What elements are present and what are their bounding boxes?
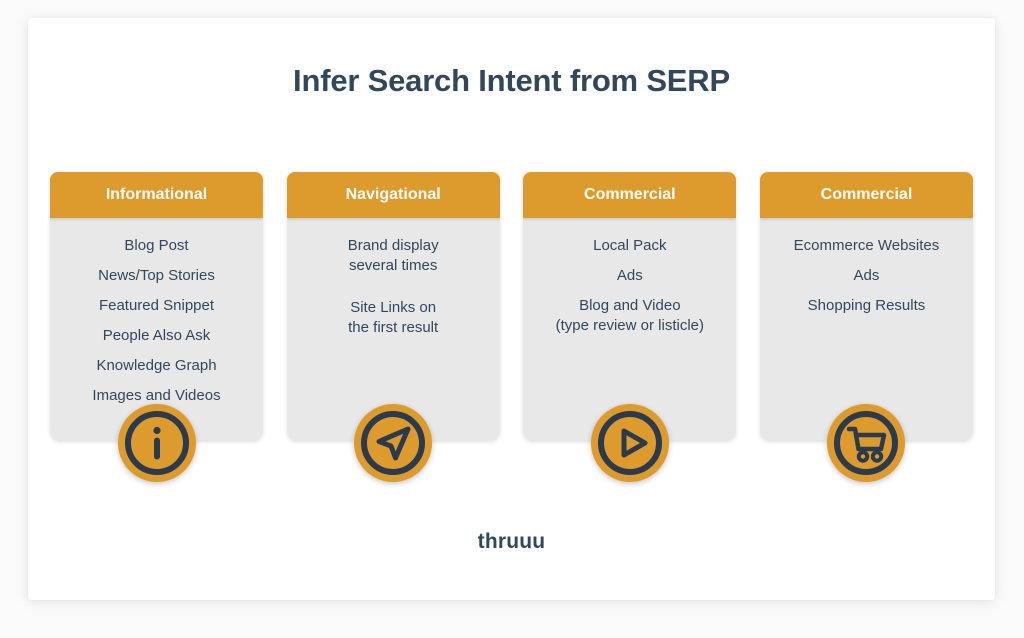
intent-card-row: Informational Blog Post News/Top Stories…: [50, 172, 973, 482]
list-item: Local Pack: [531, 236, 728, 256]
list-item-subtext: (type review or listicle): [555, 317, 704, 334]
list-item: People Also Ask: [58, 326, 255, 346]
list-item: Images and Videos: [58, 386, 255, 406]
list-item-text: Blog and Video: [579, 297, 681, 314]
card-title-label: Informational: [105, 186, 208, 203]
list-item: Blog Post: [58, 236, 255, 256]
shopping-cart-icon: [827, 404, 906, 482]
list-item-subtext: several times: [348, 257, 438, 274]
list-item-text: Ecommerce Websites: [793, 237, 940, 254]
card-header-commercial-shopping: Commercial: [759, 172, 973, 218]
card-header-informational: Informational: [50, 172, 263, 218]
info-icon: [117, 404, 196, 482]
intent-card-informational: Informational Blog Post News/Top Stories…: [50, 172, 263, 482]
navigation-arrow-icon: [354, 404, 433, 482]
list-item-text: Ads: [853, 267, 880, 284]
list-item: Blog and Video (type review or listicle): [531, 296, 728, 336]
list-item: News/Top Stories: [58, 266, 255, 286]
list-item: Featured Snippet: [58, 296, 255, 316]
card-title-label: Commercial: [584, 186, 676, 203]
list-item-text: Featured Snippet: [98, 297, 215, 314]
list-item-text: Local Pack: [593, 237, 667, 254]
page-title: Infer Search Intent from SERP: [293, 63, 730, 98]
list-item-text: People Also Ask: [102, 327, 211, 344]
list-item: Site Links on the first result: [295, 298, 492, 338]
card-header-navigational: Navigational: [286, 172, 500, 218]
list-item: Ads: [531, 266, 728, 286]
list-item: Brand display several times: [295, 236, 492, 276]
list-item-subtext: the first result: [348, 319, 439, 336]
intent-card-commercial-local: Commercial Local Pack Ads Blog and Video…: [523, 172, 737, 482]
list-item-text: Brand display: [347, 237, 439, 254]
play-icon: [590, 404, 669, 482]
card-header-commercial-local: Commercial: [523, 172, 737, 218]
list-item: Knowledge Graph: [58, 356, 255, 376]
infographic-canvas: Infer Search Intent from SERP Informatio…: [28, 18, 995, 600]
list-item-text: Knowledge Graph: [96, 357, 217, 374]
list-item: Ads: [768, 266, 965, 286]
list-item-text: Images and Videos: [92, 387, 221, 404]
list-item-text: Shopping Results: [807, 297, 926, 314]
brand-logo-text: thruuu: [477, 530, 546, 553]
list-item-text: News/Top Stories: [98, 267, 215, 284]
intent-card-commercial-shopping: Commercial Ecommerce Websites Ads Shoppi…: [759, 172, 973, 482]
intent-card-navigational: Navigational Brand display several times…: [286, 172, 500, 482]
list-item-text: Site Links on: [350, 299, 437, 316]
card-title-label: Navigational: [345, 186, 441, 203]
list-item-text: Ads: [616, 267, 643, 284]
list-item: Ecommerce Websites: [768, 236, 965, 256]
card-title-label: Commercial: [820, 186, 913, 203]
list-item-text: Blog Post: [124, 237, 189, 254]
list-item: Shopping Results: [768, 296, 965, 316]
